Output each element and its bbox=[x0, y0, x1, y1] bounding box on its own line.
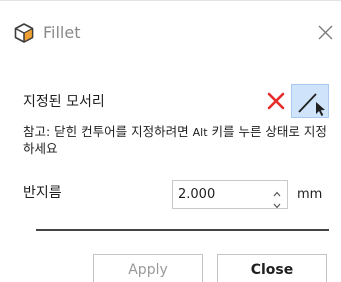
radius-spinbox[interactable] bbox=[172, 180, 288, 209]
radius-input[interactable] bbox=[178, 186, 266, 203]
title-bar: Fillet bbox=[0, 12, 341, 52]
dialog-title: Fillet bbox=[43, 23, 81, 42]
spin-up-icon[interactable] bbox=[270, 184, 284, 197]
fillet-cube-icon bbox=[13, 22, 35, 44]
hint-text-start: 참고: 닫힌 컨투어를 지정하려면 bbox=[23, 124, 193, 139]
radius-unit: mm bbox=[297, 187, 323, 202]
fillet-dialog: Fillet 지정된 모서리 참고: 닫힌 컨투어를 지정하려면 Alt 키를 … bbox=[0, 0, 341, 282]
edge-pick-button[interactable] bbox=[291, 84, 329, 118]
top-divider bbox=[0, 0, 341, 1]
close-button[interactable]: Close bbox=[217, 254, 327, 282]
clear-selection-icon[interactable] bbox=[265, 90, 287, 112]
section-separator bbox=[36, 229, 329, 231]
radius-label: 반지름 bbox=[23, 185, 62, 201]
alt-key-hint: 참고: 닫힌 컨투어를 지정하려면 Alt 키를 누른 상태로 지정하세요 bbox=[23, 124, 335, 157]
apply-button[interactable]: Apply bbox=[93, 254, 203, 282]
close-icon[interactable] bbox=[317, 24, 334, 41]
selected-edges-label: 지정된 모서리 bbox=[23, 94, 105, 110]
spin-down-icon[interactable] bbox=[270, 196, 284, 209]
hint-alt-key: Alt bbox=[192, 126, 208, 139]
